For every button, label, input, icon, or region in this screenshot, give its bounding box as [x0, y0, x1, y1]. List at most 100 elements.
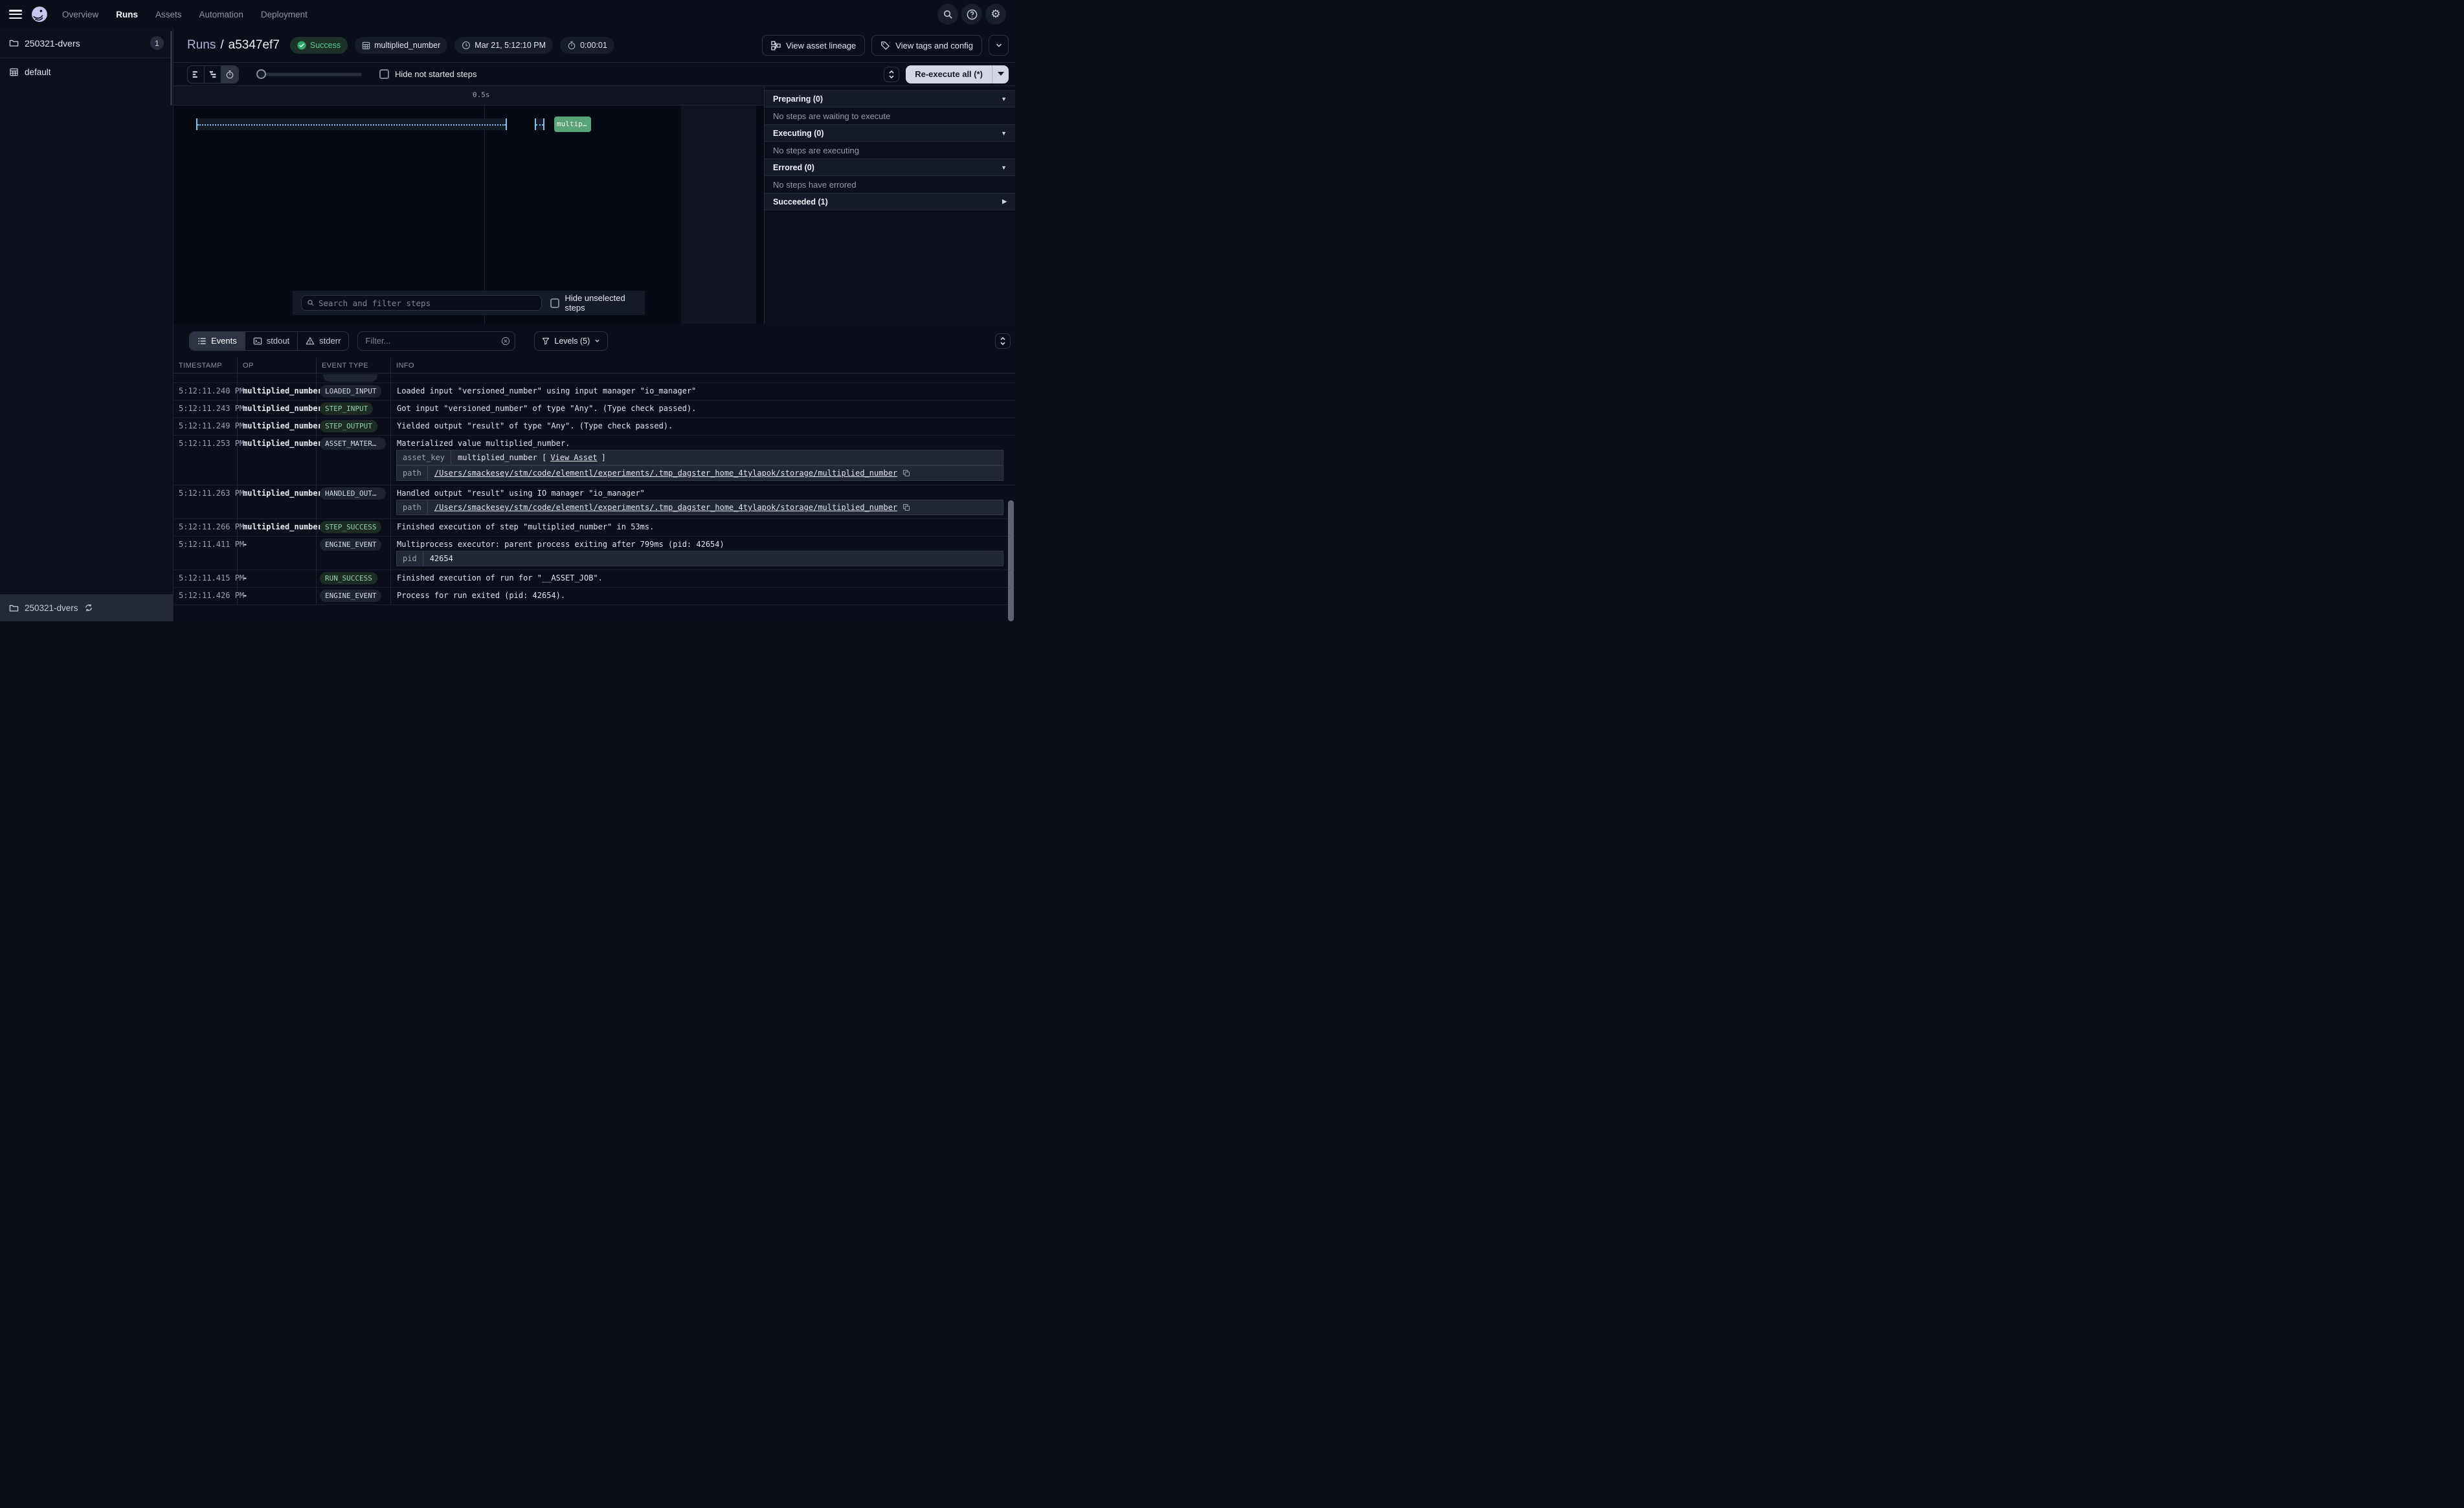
log-filter-input[interactable] [357, 331, 515, 351]
refresh-icon[interactable] [84, 603, 93, 612]
event-row-0[interactable]: 5:12:11.240 PMmultiplied_numberLOADED_IN… [174, 383, 1015, 400]
status-section-header-3[interactable]: Succeeded (1)▶ [765, 193, 1015, 210]
run-header-more-button[interactable] [989, 35, 1009, 56]
timing-view-button[interactable] [221, 66, 238, 83]
gantt-toolbar: Hide not started steps Re-execute all (*… [174, 63, 1015, 86]
event-op: multiplied_number [238, 485, 317, 518]
nav-item-deployment[interactable]: Deployment [261, 10, 308, 19]
status-section-header-2[interactable]: Errored (0)▼ [765, 159, 1015, 176]
status-section-header-1[interactable]: Executing (0)▼ [765, 124, 1015, 142]
nav-item-runs[interactable]: Runs [116, 10, 138, 19]
asset-tag[interactable]: multiplied_number [355, 37, 447, 54]
help-button[interactable] [961, 4, 982, 25]
reexecute-dropdown-button[interactable] [992, 65, 1009, 83]
stopwatch-icon [567, 41, 576, 50]
status-section-body-0: No steps are waiting to execute [765, 107, 1015, 124]
step-search-input[interactable] [301, 295, 542, 311]
gantt-zoom-slider[interactable] [256, 69, 362, 79]
run-count-badge: 1 [150, 36, 164, 50]
breadcrumb-runs-link[interactable]: Runs [187, 38, 216, 52]
metadata-key: path [397, 500, 428, 515]
event-op: multiplied_number [238, 401, 317, 417]
tab-stderr[interactable]: stderr [298, 332, 348, 350]
sidebar-item-default[interactable]: default [0, 58, 173, 85]
metadata-row-asset_key: asset_keymultiplied_number [View Asset] [397, 450, 1003, 465]
metadata-value: 42654 [423, 554, 460, 563]
event-op: - [238, 537, 317, 570]
events-expand-button[interactable] [995, 333, 1011, 349]
hide-not-started-checkbox-row[interactable]: Hide not started steps [379, 69, 476, 79]
event-timestamp: 5:12:11.249 PM [174, 418, 238, 435]
nav-item-overview[interactable]: Overview [62, 10, 98, 19]
path-link[interactable]: /Users/smackesey/stm/code/elementl/exper… [434, 469, 897, 478]
tab-events[interactable]: Events [190, 332, 245, 350]
status-section-body-1: No steps are executing [765, 142, 1015, 159]
path-link[interactable]: /Users/smackesey/stm/code/elementl/exper… [434, 503, 897, 512]
clock-icon [462, 41, 471, 50]
asset-grid-icon [362, 41, 370, 50]
primary-nav: Overview Runs Assets Automation Deployment [62, 10, 308, 19]
status-section-body-2: No steps have errored [765, 176, 1015, 193]
view-asset-lineage-button[interactable]: View asset lineage [762, 35, 865, 56]
hide-not-started-checkbox[interactable] [379, 69, 389, 79]
slider-knob[interactable] [256, 69, 266, 79]
copy-icon[interactable] [902, 504, 910, 511]
nav-item-assets[interactable]: Assets [155, 10, 182, 19]
metadata-key: pid [397, 551, 423, 566]
col-info: INFO [391, 358, 1015, 373]
event-type-pill: STEP_SUCCESS [320, 521, 381, 533]
clear-filter-icon[interactable] [501, 337, 510, 346]
levels-dropdown-button[interactable]: Levels (5) [534, 331, 608, 351]
search-button[interactable] [937, 4, 958, 25]
col-timestamp: TIMESTAMP [174, 358, 238, 373]
event-type-pill: ENGINE_EVENT [320, 590, 381, 602]
event-row-1[interactable]: 5:12:11.243 PMmultiplied_numberSTEP_INPU… [174, 400, 1015, 417]
event-type-pill: STEP_OUTPUT [320, 420, 377, 432]
copy-icon[interactable] [902, 469, 910, 477]
gantt-chart[interactable]: 0.5s multiplied_number [174, 86, 764, 324]
flat-view-button[interactable] [188, 66, 205, 83]
search-icon [307, 299, 315, 307]
duration-badge: 0:00:01 [560, 37, 614, 54]
tab-stdout[interactable]: stdout [245, 332, 298, 350]
events-section: Eventsstdoutstderr Levels (5) [174, 324, 1015, 621]
event-row-8[interactable]: 5:12:11.426 PM-ENGINE_EVENTProcess for r… [174, 587, 1015, 604]
event-row-7[interactable]: 5:12:11.415 PM-RUN_SUCCESSFinished execu… [174, 570, 1015, 587]
event-type-pill: HANDLED_OUTPUT [320, 487, 386, 500]
event-type-pill: STEP_INPUT [320, 403, 373, 415]
status-section-header-0[interactable]: Preparing (0)▼ [765, 90, 1015, 107]
event-op: multiplied_number [238, 436, 317, 485]
event-info: Multiprocess executor: parent process ex… [391, 537, 1015, 570]
event-row-6[interactable]: 5:12:11.411 PM-ENGINE_EVENTMultiprocess … [174, 536, 1015, 570]
view-tags-config-button[interactable]: View tags and config [871, 35, 982, 56]
event-row-5[interactable]: 5:12:11.266 PMmultiplied_numberSTEP_SUCC… [174, 518, 1015, 536]
caret-right-icon: ▶ [1002, 198, 1007, 205]
waterfall-view-button[interactable] [205, 66, 221, 83]
event-row-4[interactable]: 5:12:11.263 PMmultiplied_numberHANDLED_O… [174, 485, 1015, 518]
dagster-logo-icon[interactable] [31, 6, 48, 23]
view-asset-link[interactable]: View Asset [550, 453, 597, 462]
events-scrollbar[interactable] [1008, 500, 1014, 621]
hide-unselected-checkbox[interactable] [550, 298, 559, 308]
event-row-2[interactable]: 5:12:11.249 PMmultiplied_numberSTEP_OUTP… [174, 417, 1015, 435]
event-timestamp: 5:12:11.243 PM [174, 401, 238, 417]
filter-funnel-icon [542, 337, 550, 345]
event-metadata-table: pid42654 [397, 551, 1003, 566]
gantt-expand-button[interactable] [884, 67, 899, 82]
metadata-value: /Users/smackesey/stm/code/elementl/exper… [428, 469, 917, 478]
sidebar-footer[interactable]: 250321-dvers [0, 594, 173, 621]
event-row-3[interactable]: 5:12:11.253 PMmultiplied_numberASSET_MAT… [174, 435, 1015, 485]
nav-item-automation[interactable]: Automation [199, 10, 243, 19]
sidebar-footer-label: 250321-dvers [25, 603, 78, 613]
table-end-border [174, 604, 1015, 605]
event-metadata-table: asset_keymultiplied_number [View Asset]p… [397, 450, 1003, 480]
menu-icon[interactable] [9, 10, 22, 19]
event-table-body[interactable]: 5:12:11.240 PMmultiplied_numberLOADED_IN… [174, 373, 1015, 621]
sidebar-item-job-group[interactable]: 250321-dvers 1 [0, 28, 173, 58]
partial-event-row [174, 373, 1015, 383]
sidebar-scrollbar[interactable] [170, 31, 172, 105]
reexecute-all-button[interactable]: Re-execute all (*) [906, 65, 992, 83]
gantt-step-bar[interactable]: multiplied_number [554, 116, 591, 132]
hide-unselected-checkbox-row[interactable]: Hide unselected steps [550, 293, 636, 313]
settings-gear-icon[interactable]: ⚙ [985, 4, 1006, 25]
